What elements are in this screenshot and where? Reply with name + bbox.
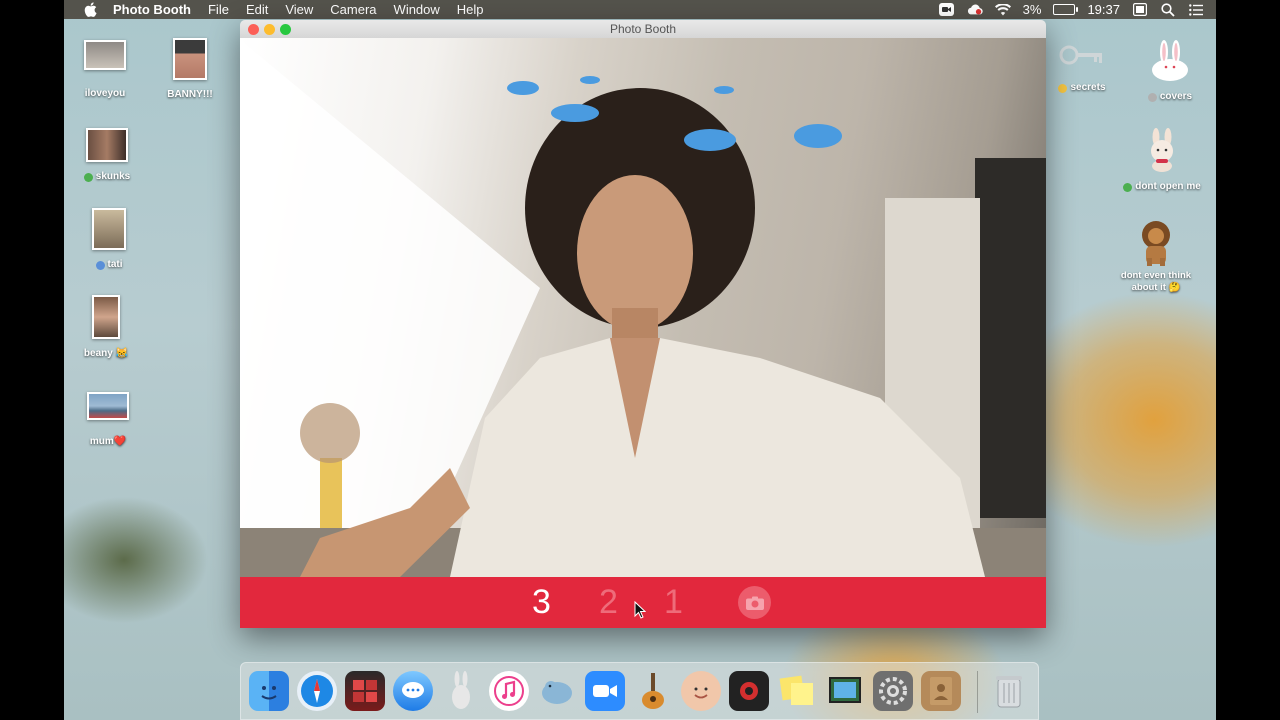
file-label: BANNY!!! — [167, 89, 213, 100]
tag-dot — [95, 260, 105, 270]
dock — [240, 662, 1039, 720]
face-app-icon[interactable] — [681, 671, 721, 711]
menu-window[interactable]: Window — [394, 2, 440, 17]
itunes-icon[interactable] — [489, 671, 529, 711]
messages-icon[interactable] — [393, 671, 433, 711]
camera-preview — [240, 38, 1046, 577]
menu-bar: Photo Booth File Edit View Camera Window… — [64, 0, 1216, 19]
photo-booth-window: Photo Booth 3 2 1 — [240, 20, 1046, 628]
file-label: dont even think about it 🤔 — [1120, 270, 1192, 293]
file-label: mum❤️ — [89, 436, 127, 447]
tag-dot — [1058, 83, 1068, 93]
creative-cloud-icon[interactable] — [967, 3, 983, 17]
safari-icon[interactable] — [297, 671, 337, 711]
zoom-icon[interactable] — [585, 671, 625, 711]
battery-icon[interactable] — [1053, 4, 1079, 15]
file-thumbnail — [92, 295, 120, 339]
wifi-icon[interactable] — [994, 3, 1011, 17]
stickies-icon[interactable] — [777, 671, 817, 711]
file-label: secrets — [1070, 82, 1106, 93]
countdown-1: 1 — [664, 583, 683, 621]
minimize-button[interactable] — [264, 24, 275, 35]
garageband-icon[interactable] — [633, 671, 673, 711]
file-label: iloveyou — [84, 88, 126, 99]
menu-camera[interactable]: Camera — [330, 2, 376, 17]
mouse-cursor-icon — [634, 601, 646, 619]
close-button[interactable] — [248, 24, 259, 35]
desktop-file-iloveyou[interactable]: iloveyou — [63, 40, 147, 100]
bunny-icon — [1147, 40, 1193, 82]
rabbit-plush-icon — [1142, 128, 1182, 172]
countdown-2: 2 — [599, 583, 618, 621]
tag-dot — [1123, 182, 1133, 192]
desktop-file-skunks[interactable]: skunks — [65, 128, 149, 183]
menu-file[interactable]: File — [208, 2, 229, 17]
desktop-file-secrets[interactable]: secrets — [1040, 40, 1124, 94]
file-thumbnail — [84, 40, 126, 70]
desktop-file-mum[interactable]: mum❤️ — [66, 392, 150, 448]
contacts-icon[interactable] — [921, 671, 961, 711]
file-thumbnail — [87, 392, 129, 420]
apple-icon[interactable] — [82, 2, 98, 18]
tag-dot — [1147, 92, 1157, 102]
system-preferences-icon[interactable] — [873, 671, 913, 711]
finder-icon[interactable] — [249, 671, 289, 711]
desktop-file-tati[interactable]: tati — [67, 208, 151, 271]
desktop-file-dont-open-me[interactable]: dont open me — [1120, 128, 1204, 193]
file-thumbnail — [173, 38, 207, 80]
file-label: tati — [107, 259, 123, 270]
camera-scene — [240, 38, 1046, 577]
camera-icon — [745, 596, 764, 610]
launchpad-icon[interactable] — [441, 671, 481, 711]
file-label: covers — [1159, 91, 1193, 102]
dock-separator — [977, 671, 978, 713]
key-icon — [1059, 40, 1105, 70]
spotlight-search-icon[interactable] — [1160, 2, 1176, 17]
take-photo-button[interactable] — [738, 586, 771, 619]
file-label: dont open me — [1135, 181, 1201, 192]
menu-view[interactable]: View — [285, 2, 313, 17]
screen-icon[interactable] — [1132, 3, 1148, 17]
preview-icon[interactable] — [825, 671, 865, 711]
battery-percent: 3% — [1022, 2, 1042, 17]
window-title: Photo Booth — [609, 22, 677, 36]
file-label: skunks — [95, 171, 131, 182]
camera-indicator-icon[interactable] — [939, 3, 955, 17]
photo-app-icon[interactable] — [729, 671, 769, 711]
sequel-icon[interactable] — [537, 671, 577, 711]
file-label: beany 😹 — [83, 348, 129, 359]
window-titlebar[interactable]: Photo Booth — [240, 20, 1046, 38]
photo-booth-icon[interactable] — [345, 671, 385, 711]
countdown-bar: 3 2 1 — [240, 577, 1046, 628]
menu-edit[interactable]: Edit — [246, 2, 268, 17]
menu-help[interactable]: Help — [457, 2, 484, 17]
desktop-file-covers[interactable]: covers — [1128, 40, 1212, 103]
desktop-file-beany[interactable]: beany 😹 — [64, 295, 148, 360]
lion-icon — [1133, 218, 1179, 266]
file-thumbnail — [92, 208, 126, 250]
desktop-file-dont-even-think[interactable]: dont even think about it 🤔 — [1114, 218, 1198, 294]
tag-dot — [83, 172, 93, 182]
notification-center-icon[interactable] — [1188, 3, 1204, 17]
clock[interactable]: 19:37 — [1087, 2, 1120, 17]
desktop-file-banny[interactable]: BANNY!!! — [148, 38, 232, 101]
trash-icon[interactable] — [989, 671, 1029, 711]
menu-app-name[interactable]: Photo Booth — [113, 2, 191, 17]
zoom-button[interactable] — [280, 24, 291, 35]
countdown-3: 3 — [532, 583, 551, 621]
file-thumbnail — [86, 128, 128, 162]
